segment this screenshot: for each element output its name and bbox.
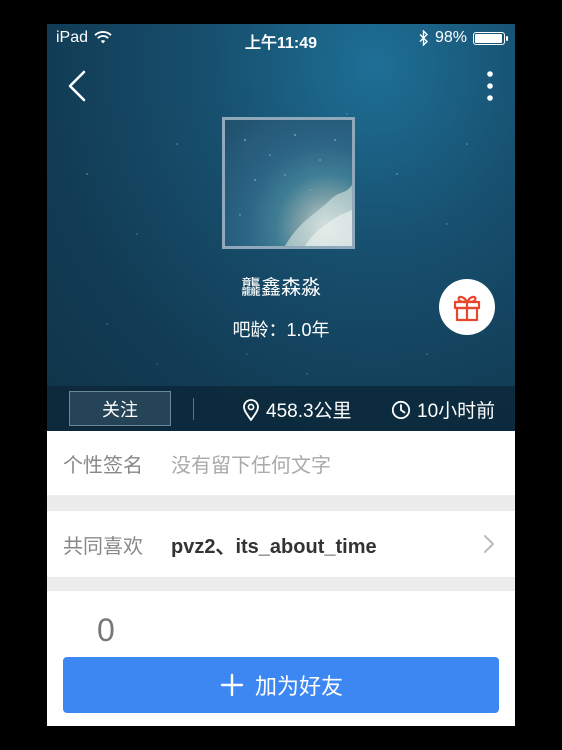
bluetooth-icon: [419, 30, 428, 46]
avatar-image: [239, 134, 352, 246]
gift-icon: [453, 295, 481, 322]
distance-text: 458.3公里: [266, 401, 352, 422]
clock-icon: [391, 400, 411, 419]
avatar[interactable]: [222, 117, 355, 249]
signature-row: 个性签名 没有留下任何文字: [47, 431, 515, 495]
count-value: 0: [97, 612, 115, 648]
battery-icon: [473, 31, 508, 45]
plus-icon: [220, 673, 244, 697]
last-seen-info: 10小时前: [391, 396, 495, 423]
divider: [193, 398, 194, 420]
battery-percent: 98%: [434, 29, 467, 46]
last-seen-text: 10小时前: [417, 401, 496, 422]
add-friend-label: 加为好友: [254, 674, 343, 699]
profile-screen: iPad 上午11:49 98% 龘鑫森淼 吧龄：1.0年 关注 458.3公里…: [47, 24, 515, 726]
section-separator: [47, 577, 515, 591]
battery-level: [475, 33, 503, 43]
status-bar: iPad 上午11:49 98%: [47, 24, 515, 54]
signature-label: 个性签名: [63, 454, 143, 477]
more-vertical-icon[interactable]: [485, 70, 495, 102]
common-likes-value: pvz2、its_about_time: [171, 535, 377, 558]
section-separator: [47, 495, 515, 511]
profile-header: iPad 上午11:49 98% 龘鑫森淼 吧龄：1.0年 关注 458.3公里…: [47, 24, 515, 431]
add-friend-button[interactable]: 加为好友: [63, 657, 499, 713]
signature-value: 没有留下任何文字: [171, 454, 331, 477]
location-pin-icon: [243, 398, 259, 421]
common-likes-row[interactable]: 共同喜欢 pvz2、its_about_time: [47, 511, 515, 577]
info-bar: 关注 458.3公里 10小时前: [47, 386, 515, 431]
chevron-left-icon[interactable]: [65, 68, 89, 104]
chevron-right-icon: [484, 535, 494, 553]
follow-button[interactable]: 关注: [69, 391, 171, 426]
distance-info: 458.3公里: [242, 396, 352, 423]
gift-button[interactable]: [439, 279, 495, 335]
common-likes-label: 共同喜欢: [63, 535, 143, 558]
